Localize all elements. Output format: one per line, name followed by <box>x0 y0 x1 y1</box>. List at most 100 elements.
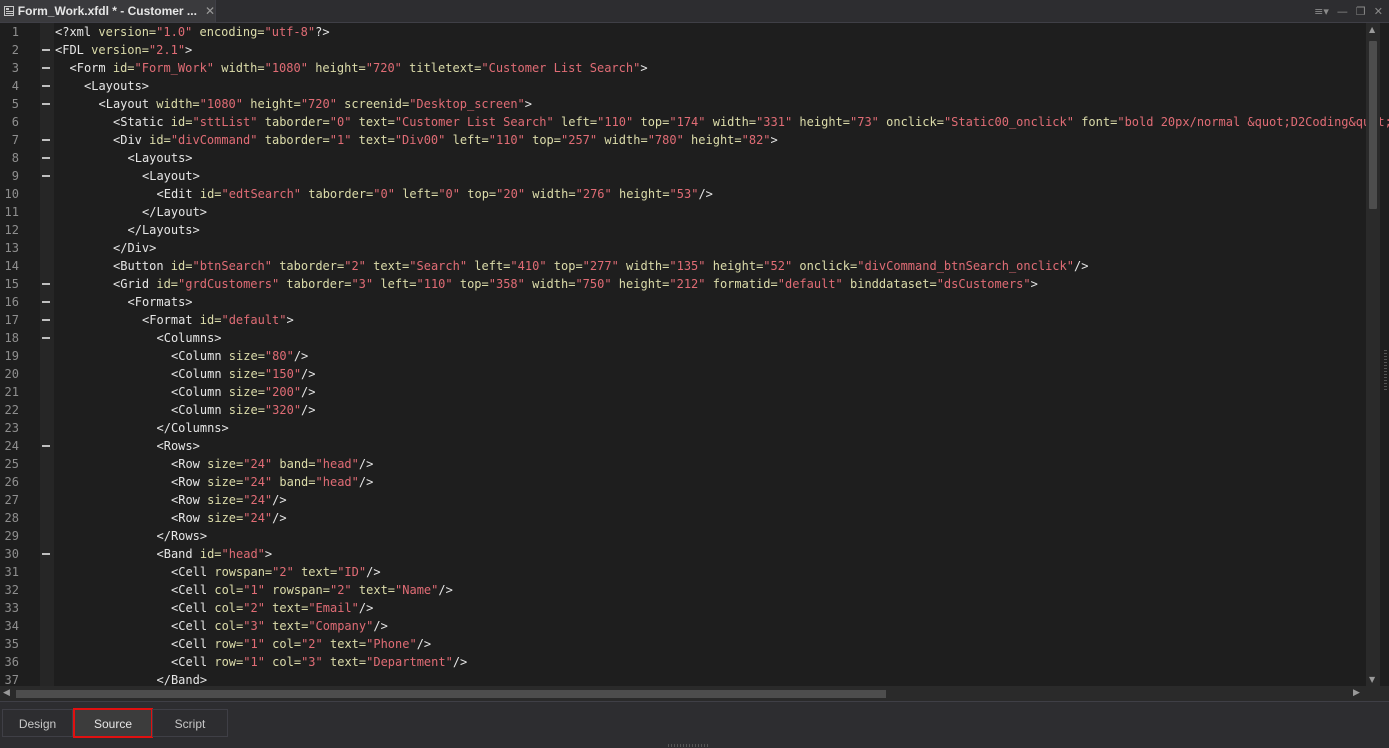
code-token: <Cell <box>171 601 215 615</box>
code-line[interactable]: 16 <Formats> <box>0 293 1366 311</box>
code-line[interactable]: 36 <Cell row="1" col="3" text="Department… <box>0 653 1366 671</box>
code-token: <Row <box>171 511 208 525</box>
code-line[interactable]: 32 <Cell col="1" rowspan="2" text="Name"/… <box>0 581 1366 599</box>
code-line[interactable]: 37 </Band> <box>0 671 1366 686</box>
code-line[interactable]: 19 <Column size="80"/> <box>0 347 1366 365</box>
code-token: width= <box>214 61 265 75</box>
code-line[interactable]: 4 <Layouts> <box>0 77 1366 95</box>
code-line[interactable]: 30 <Band id="head"> <box>0 545 1366 563</box>
collapse-icon[interactable] <box>42 337 50 339</box>
code-line[interactable]: 8 <Layouts> <box>0 149 1366 167</box>
code-token: > <box>264 547 273 561</box>
document-tab[interactable]: Form_Work.xfdl * - Customer ... ✕ <box>0 0 216 22</box>
code-line[interactable]: 7 <Div id="divCommand" taborder="1" text=… <box>0 131 1366 149</box>
code-line[interactable]: 10 <Edit id="edtSearch" taborder="0" left… <box>0 185 1366 203</box>
code-line[interactable]: 34 <Cell col="3" text="Company"/> <box>0 617 1366 635</box>
code-token: "331" <box>756 115 793 129</box>
code-line[interactable]: 2 <FDL version="2.1"> <box>0 41 1366 59</box>
tab-menu-icon[interactable]: ≡▾ <box>1314 5 1329 18</box>
vertical-scroll-thumb[interactable] <box>1369 41 1377 209</box>
scroll-left-icon[interactable]: ◀ <box>3 688 10 698</box>
collapse-icon[interactable] <box>42 85 50 87</box>
collapse-icon[interactable] <box>42 175 50 177</box>
restore-icon[interactable]: ❐ <box>1356 5 1366 18</box>
collapse-icon[interactable] <box>42 67 50 69</box>
code-line[interactable]: 20 <Column size="150"/> <box>0 365 1366 383</box>
code-token: version= <box>91 43 149 57</box>
code-line[interactable]: 35 <Cell row="1" col="2" text="Phone"/> <box>0 635 1366 653</box>
code-line[interactable]: 29 </Rows> <box>0 527 1366 545</box>
line-number: 22 <box>4 403 19 417</box>
code-token: /> <box>272 493 287 507</box>
code-line[interactable]: 22 <Column size="320"/> <box>0 401 1366 419</box>
line-number: 34 <box>4 619 19 633</box>
line-number: 26 <box>4 475 19 489</box>
collapse-icon[interactable] <box>42 301 50 303</box>
code-line[interactable]: 1 <?xml version="1.0" encoding="utf-8"?> <box>0 23 1366 41</box>
code-line[interactable]: 27 <Row size="24"/> <box>0 491 1366 509</box>
code-token: > <box>185 43 193 57</box>
code-text: <?xml version="1.0" encoding="utf-8"?> <box>55 23 330 41</box>
code-line[interactable]: 5 <Layout width="1080" height="720" scree… <box>0 95 1366 113</box>
code-line[interactable]: 9 <Layout> <box>0 167 1366 185</box>
code-token: col= <box>264 637 302 651</box>
collapse-icon[interactable] <box>42 319 50 321</box>
code-token: id= <box>199 187 222 201</box>
collapse-icon[interactable] <box>42 103 50 105</box>
code-token: taborder= <box>271 259 345 273</box>
collapse-icon[interactable] <box>42 283 50 285</box>
code-token: /> <box>358 601 374 615</box>
line-number: 33 <box>4 601 19 615</box>
code-line[interactable]: 31 <Cell rowspan="2" text="ID"/> <box>0 563 1366 581</box>
code-line[interactable]: 15 <Grid id="grdCustomers" taborder="3" l… <box>0 275 1366 293</box>
scroll-right-icon[interactable]: ▶ <box>1353 688 1360 698</box>
tab-design[interactable]: Design <box>2 709 73 737</box>
vertical-scrollbar[interactable]: ▲ ▼ <box>1366 23 1380 686</box>
code-text: <Cell row="1" col="3" text="Department"/… <box>171 653 467 671</box>
horizontal-scroll-thumb[interactable] <box>16 690 886 698</box>
code-line[interactable]: 24 <Rows> <box>0 437 1366 455</box>
tab-script[interactable]: Script <box>152 709 228 737</box>
code-token: > <box>770 133 778 147</box>
code-token: "Department" <box>366 655 453 669</box>
collapse-icon[interactable] <box>42 157 50 159</box>
side-resize-grip[interactable] <box>1384 350 1387 390</box>
collapse-icon[interactable] <box>42 139 50 141</box>
code-token: text= <box>264 601 309 615</box>
code-token: size= <box>228 367 265 381</box>
line-number: 4 <box>11 79 19 93</box>
code-line[interactable]: 26 <Row size="24" band="head"/> <box>0 473 1366 491</box>
minimize-icon[interactable]: — <box>1337 5 1348 18</box>
code-text: <Row size="24"/> <box>171 491 287 509</box>
window-close-icon[interactable]: ✕ <box>1374 5 1383 18</box>
code-token: <Edit <box>156 187 200 201</box>
code-line[interactable]: 14 <Button id="btnSearch" taborder="2" te… <box>0 257 1366 275</box>
code-line[interactable]: 33 <Cell col="2" text="Email"/> <box>0 599 1366 617</box>
code-token: /> <box>373 619 388 633</box>
collapse-icon[interactable] <box>42 553 50 555</box>
code-token: titletext= <box>401 61 482 75</box>
close-icon[interactable]: ✕ <box>205 4 215 18</box>
code-line[interactable]: 23 </Columns> <box>0 419 1366 437</box>
code-text: <Grid id="grdCustomers" taborder="3" lef… <box>113 275 1038 293</box>
code-line[interactable]: 25 <Row size="24" band="head"/> <box>0 455 1366 473</box>
code-token: <Rows> <box>156 439 200 453</box>
collapse-icon[interactable] <box>42 49 50 51</box>
code-line[interactable]: 28 <Row size="24"/> <box>0 509 1366 527</box>
code-line[interactable]: 11 </Layout> <box>0 203 1366 221</box>
code-token: col= <box>214 583 244 597</box>
tab-source[interactable]: Source <box>73 708 153 738</box>
code-line[interactable]: 3 <Form id="Form_Work" width="1080" heigh… <box>0 59 1366 77</box>
horizontal-scrollbar[interactable]: ◀ ▶ <box>0 686 1366 701</box>
code-line[interactable]: 17 <Format id="default"> <box>0 311 1366 329</box>
collapse-icon[interactable] <box>42 445 50 447</box>
code-line[interactable]: 13 </Div> <box>0 239 1366 257</box>
code-text: <Columns> <box>157 329 222 347</box>
code-line[interactable]: 12 </Layouts> <box>0 221 1366 239</box>
scroll-up-icon[interactable]: ▲ <box>1369 25 1375 34</box>
code-line[interactable]: 21 <Column size="200"/> <box>0 383 1366 401</box>
code-line[interactable]: 6 <Static id="sttList" taborder="0" text=… <box>0 113 1389 131</box>
scroll-down-icon[interactable]: ▼ <box>1369 675 1375 684</box>
code-line[interactable]: 18 <Columns> <box>0 329 1366 347</box>
source-editor[interactable]: 1 <?xml version="1.0" encoding="utf-8"?> 2… <box>0 23 1389 686</box>
